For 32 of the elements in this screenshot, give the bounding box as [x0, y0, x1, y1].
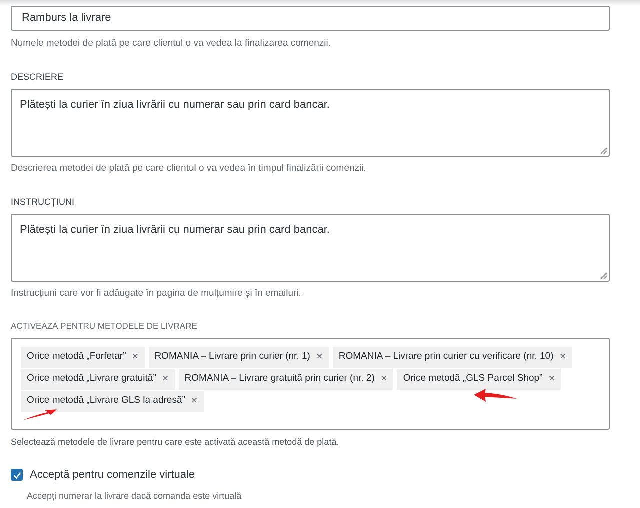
checkbox[interactable] [11, 469, 23, 482]
help-text: Instrucțiuni care vor fi adăugate în pagina de mulțumire și în emailuri. [11, 286, 302, 300]
remove-tag-button[interactable]: × [132, 352, 139, 362]
remove-tag-button[interactable]: × [548, 374, 556, 384]
tag-label: Orice metodă „GLS Parcel Shop” [403, 372, 543, 386]
title-field[interactable]: Ramburs la livrare [11, 6, 610, 31]
tag-label: Orice metodă „Livrare gratuită” [27, 372, 156, 386]
help-text: Accepți numerar la livrare dacă comanda este virtuală [26, 490, 243, 503]
remove-tag-button[interactable]: × [380, 374, 388, 384]
shipping-methods-select[interactable] [11, 338, 610, 430]
instructions-textarea[interactable]: Plătești la curier în ziua livrării cu numerar sau prin card bancar. [11, 214, 610, 282]
help-text: Selectează metodele de livrare pentru care este activată această metodă de plată. [11, 436, 340, 449]
tag-label: ROMANIA – Livrare prin curier (nr. 1) [154, 350, 310, 364]
field-label: DESCRIERE [11, 71, 65, 84]
annotation-arrow [22, 409, 58, 421]
tag-label: Orice metodă „Livrare GLS la adresă” [27, 394, 186, 408]
annotation-arrow [472, 388, 518, 405]
checkbox-label: Acceptă pentru comenzile virtuale [30, 468, 196, 483]
field-label: ACTIVEAZĂ PENTRU METODELE DE LIVRARE [11, 320, 198, 332]
field-label: INSTRUCȚIUNI [11, 196, 76, 209]
remove-tag-button[interactable]: × [191, 396, 198, 406]
help-text: Numele metodei de plată pe care clientul o va vedea la finalizarea comenzii. [11, 37, 332, 51]
remove-tag-button[interactable]: × [560, 352, 566, 362]
remove-tag-button[interactable]: × [162, 374, 169, 384]
tag-label: Orice metodă „Forfetar” [27, 350, 126, 364]
resize-handle-icon[interactable] [600, 272, 607, 278]
description-textarea[interactable]: Plătești la curier în ziua livrării cu numerar sau prin card bancar. [11, 88, 610, 157]
tag-label: ROMANIA – Livrare gratuită prin curier (nr. 2) [184, 372, 375, 386]
remove-tag-button[interactable]: × [316, 352, 323, 362]
tag-label: ROMANIA – Livrare prin curier cu verificare (nr. 10) [338, 350, 554, 364]
resize-handle-icon[interactable] [600, 146, 607, 154]
help-text: Descrierea metodei de plată pe care clientul o va vedea în timpul finalizării comenzii. [11, 162, 368, 176]
